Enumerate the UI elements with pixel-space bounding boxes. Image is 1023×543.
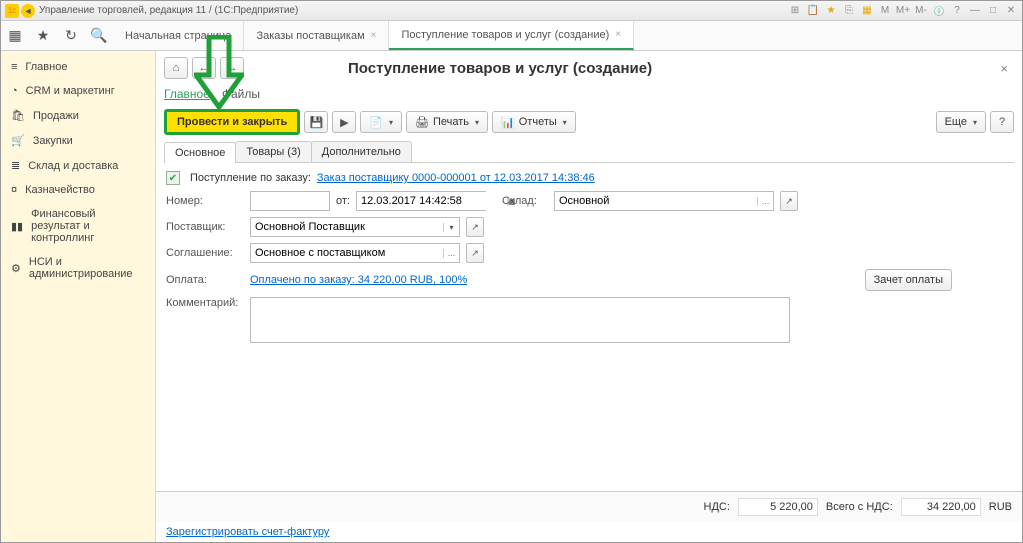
minimize-icon[interactable]: — — [968, 4, 982, 18]
number-input[interactable] — [250, 191, 330, 211]
agreement-select[interactable]: … — [250, 243, 460, 263]
sidebar-item-fin[interactable]: ¤Казначейство — [1, 178, 155, 202]
tab-home[interactable]: Начальная страница — [113, 21, 244, 50]
sidebar-item-res[interactable]: ▮▮Финансовый результат и контроллинг — [1, 202, 155, 250]
gear-icon: ⚙ — [11, 262, 21, 275]
bag-icon: 🛍 — [11, 109, 25, 122]
nav-left-button[interactable]: ← — [192, 57, 216, 79]
save-button[interactable]: 💾 — [304, 111, 328, 133]
sidebar-item-purch[interactable]: 🛒Закупки — [1, 128, 155, 153]
apps-icon[interactable]: ▦ — [1, 21, 29, 50]
supplier-select[interactable]: ▾ — [250, 217, 460, 237]
sidebar-item-sales[interactable]: 🛍Продажи — [1, 103, 155, 128]
info-icon[interactable]: ⓘ — [932, 4, 946, 18]
cart-icon: 🛒 — [11, 134, 25, 147]
app-tabbar: ▦ ★ ↻ 🔍 Начальная страница Заказы постав… — [1, 21, 1022, 51]
sidebar-item-crm[interactable]: ◔CRM и маркетинг — [1, 79, 155, 103]
more-button[interactable]: Еще — [936, 111, 986, 133]
maximize-icon[interactable]: □ — [986, 4, 1000, 18]
m-plus-icon[interactable]: M+ — [896, 4, 910, 18]
date-input[interactable]: ▦ — [356, 191, 486, 211]
help-icon[interactable]: ? — [950, 4, 964, 18]
form-footer: НДС: 5 220,00 Всего с НДС: 34 220,00 RUB — [156, 491, 1022, 522]
sidebar-item-nsi[interactable]: ⚙НСИ и администрирование — [1, 250, 155, 286]
subnav-files[interactable]: Файлы — [222, 85, 260, 103]
currency-label: RUB — [989, 501, 1012, 513]
star-icon[interactable]: ★ — [29, 21, 57, 50]
close-window-icon[interactable]: ✕ — [1004, 4, 1018, 18]
order-link[interactable]: Заказ поставщику 0000-000001 от 12.03.20… — [317, 172, 595, 184]
tab-receipt[interactable]: Поступление товаров и услуг (создание)× — [389, 21, 634, 50]
reports-button[interactable]: 📊Отчеты — [492, 111, 576, 133]
home-icon: ≡ — [11, 61, 17, 73]
itab-main[interactable]: Основное — [164, 142, 236, 163]
inner-tabs: Основное Товары (3) Дополнительно — [164, 141, 1014, 163]
tab-orders[interactable]: Заказы поставщикам× — [244, 21, 389, 50]
app-logo-icon: 1c — [5, 4, 19, 18]
by-order-checkbox[interactable]: ✔ — [166, 171, 180, 185]
comment-input[interactable] — [250, 297, 790, 343]
toolbar-icon[interactable]: 📋 — [806, 4, 820, 18]
print-icon: 🖨 — [415, 116, 429, 129]
close-form-button[interactable]: × — [994, 61, 1014, 76]
search-icon[interactable]: 🔍 — [85, 21, 113, 50]
create-based-on-button[interactable]: 📄 — [360, 111, 402, 133]
window-titlebar: 1c ◄ Управление торговлей, редакция 11 /… — [1, 1, 1022, 21]
calculator-icon[interactable]: ▦ — [860, 4, 874, 18]
offset-payment-button[interactable]: Зачет оплаты — [865, 269, 952, 291]
open-ref-button[interactable]: ↗ — [466, 243, 484, 263]
toolbar-icon[interactable]: ⊞ — [788, 4, 802, 18]
report-icon: 📊 — [501, 116, 515, 129]
m-icon[interactable]: M — [878, 4, 892, 18]
window-title: Управление торговлей, редакция 11 / (1С:… — [39, 5, 298, 16]
form-toolbar: Провести и закрыть 💾 ▶ 📄 🖨Печать 📊Отчеты… — [156, 103, 1022, 141]
total-value: 34 220,00 — [901, 498, 981, 516]
m-minus-icon[interactable]: M- — [914, 4, 928, 18]
itab-goods[interactable]: Товары (3) — [235, 141, 311, 162]
post-button[interactable]: ▶ — [332, 111, 356, 133]
help-button[interactable]: ? — [990, 111, 1014, 133]
open-ref-button[interactable]: ↗ — [466, 217, 484, 237]
open-ref-button[interactable]: ↗ — [780, 191, 798, 211]
supplier-label: Поставщик: — [166, 221, 244, 233]
number-label: Номер: — [166, 195, 244, 207]
by-order-label: Поступление по заказу: — [190, 172, 311, 184]
agreement-label: Соглашение: — [166, 247, 244, 259]
payment-label: Оплата: — [166, 274, 244, 286]
page-title: Поступление товаров и услуг (создание) — [348, 60, 652, 77]
sidebar-item-main[interactable]: ≡Главное — [1, 55, 155, 79]
close-icon[interactable]: × — [615, 29, 621, 40]
subnav-main[interactable]: Главное — [164, 85, 210, 103]
comment-label: Комментарий: — [166, 297, 244, 309]
sidebar-item-stock[interactable]: ≣Склад и доставка — [1, 153, 155, 178]
nds-label: НДС: — [704, 501, 730, 513]
window-controls: ⊞ 📋 ★ ⎘ ▦ M M+ M- ⓘ ? — □ ✕ — [788, 4, 1018, 18]
total-label: Всего с НДС: — [826, 501, 893, 513]
box-icon: ≣ — [11, 159, 20, 172]
back-icon[interactable]: ◄ — [21, 4, 35, 18]
itab-extra[interactable]: Дополнительно — [311, 141, 412, 162]
stock-select[interactable]: … — [554, 191, 774, 211]
close-icon[interactable]: × — [371, 30, 377, 41]
print-button[interactable]: 🖨Печать — [406, 111, 488, 133]
chart-icon: ▮▮ — [11, 220, 23, 233]
nds-value: 5 220,00 — [738, 498, 818, 516]
pie-icon: ◔ — [11, 85, 18, 97]
register-invoice-link[interactable]: Зарегистрировать счет-фактуру — [166, 526, 329, 538]
nav-right-button[interactable]: → — [220, 57, 244, 79]
favorite-icon[interactable]: ★ — [824, 4, 838, 18]
toolbar-icon[interactable]: ⎘ — [842, 4, 856, 18]
stock-label: Склад: — [502, 195, 548, 207]
content-area: ⌂ ← → Поступление товаров и услуг (созда… — [156, 51, 1022, 542]
post-and-close-button[interactable]: Провести и закрыть — [164, 109, 300, 135]
home-button[interactable]: ⌂ — [164, 57, 188, 79]
section-sidebar: ≡Главное ◔CRM и маркетинг 🛍Продажи 🛒Заку… — [1, 51, 156, 542]
from-label: от: — [336, 195, 350, 207]
history-icon[interactable]: ↻ — [57, 21, 85, 50]
payment-link[interactable]: Оплачено по заказу: 34 220,00 RUB, 100% — [250, 274, 467, 286]
money-icon: ¤ — [11, 184, 17, 196]
form-body: ✔ Поступление по заказу: Заказ поставщик… — [156, 163, 1022, 491]
